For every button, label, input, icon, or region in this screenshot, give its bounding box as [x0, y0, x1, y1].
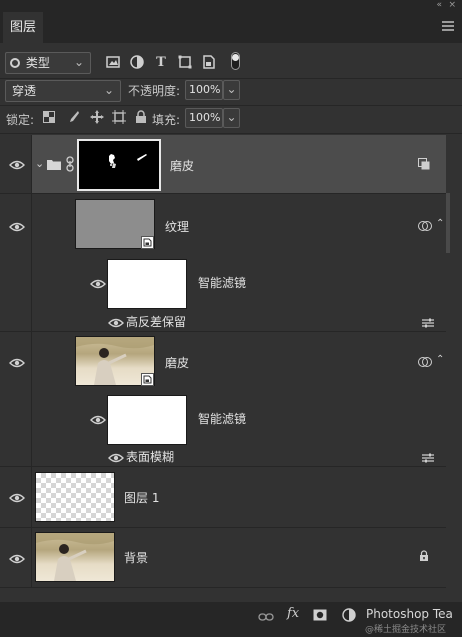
divider — [0, 78, 462, 79]
smart-filter-mask-thumbnail[interactable] — [107, 395, 187, 445]
smart-object-filter-icon[interactable] — [200, 53, 218, 71]
smart-filter-label[interactable]: 智能滤镜 — [198, 274, 246, 291]
group-expand-chevron-icon[interactable]: ⌄ — [35, 157, 44, 170]
chevron-down-icon: ⌄ — [226, 82, 237, 96]
smart-filter-mask-thumbnail[interactable] — [107, 259, 187, 309]
opacity-label: 不透明度: — [128, 84, 181, 98]
lock-icon[interactable] — [419, 550, 429, 565]
adjustment-filter-icon[interactable] — [128, 53, 146, 71]
layer-thumbnail[interactable] — [35, 472, 115, 522]
link-icon[interactable] — [66, 156, 74, 175]
layer-name[interactable]: 纹理 — [165, 218, 189, 235]
divider — [0, 133, 462, 134]
fill-label: 填充: — [152, 113, 181, 127]
shape-filter-icon[interactable] — [176, 53, 194, 71]
divider — [0, 587, 446, 588]
add-layer-style-button[interactable]: fx — [287, 606, 299, 621]
lock-all-icon[interactable] — [132, 108, 150, 126]
visibility-eye-icon[interactable] — [9, 553, 25, 567]
filter-blending-options-icon[interactable] — [422, 317, 434, 331]
layer-name[interactable]: 图层 1 — [124, 489, 159, 506]
divider — [0, 193, 446, 194]
filter-toggle-icon[interactable] — [231, 52, 240, 70]
add-mask-icon[interactable] — [313, 609, 327, 624]
filter-blending-options-icon[interactable] — [422, 452, 434, 466]
panel-menu-icon[interactable] — [442, 21, 454, 31]
filter-effect-name[interactable]: 高反差保留 — [126, 313, 186, 330]
layer-thumbnail[interactable] — [35, 532, 115, 582]
fill-dropdown-button[interactable]: ⌄ — [223, 108, 240, 128]
image-filter-icon[interactable] — [104, 53, 122, 71]
visibility-eye-icon[interactable] — [90, 278, 106, 292]
visibility-eye-icon[interactable] — [90, 414, 106, 428]
type-filter-icon[interactable]: T — [152, 53, 170, 71]
layer-kind-filter[interactable]: 类型 ⌄ — [5, 52, 91, 74]
close-panel-icon[interactable]: × — [448, 0, 456, 10]
visibility-eye-icon[interactable] — [9, 357, 25, 371]
layer-kind-value: 类型 — [25, 56, 50, 70]
panel-top-strip — [0, 0, 462, 12]
divider — [0, 331, 446, 332]
watermark-text: Photoshop Tea — [366, 607, 453, 621]
lock-position-icon[interactable] — [88, 108, 106, 126]
smart-object-badge-icon — [141, 373, 154, 386]
blend-mode-value: 穿透 — [12, 84, 37, 98]
new-adjustment-layer-icon[interactable] — [342, 608, 356, 625]
folder-icon — [47, 159, 61, 173]
blend-options-icon[interactable] — [418, 356, 432, 371]
tab-layers[interactable]: 图层 — [3, 12, 43, 43]
blend-mode-select[interactable]: 穿透 ⌄ — [5, 80, 121, 102]
search-icon — [10, 58, 20, 68]
panel-tab-row — [0, 12, 462, 43]
layer-name[interactable]: 磨皮 — [170, 157, 194, 174]
fill-input[interactable]: 100% — [185, 108, 223, 128]
visibility-eye-icon[interactable] — [108, 317, 124, 331]
group-layer-indicator-icon — [418, 158, 430, 173]
visibility-eye-icon[interactable] — [9, 221, 25, 235]
visibility-eye-icon[interactable] — [9, 492, 25, 506]
collapse-panel-icon[interactable]: « — [436, 0, 442, 10]
chevron-down-icon: ⌄ — [73, 55, 84, 69]
smart-filter-label[interactable]: 智能滤镜 — [198, 410, 246, 427]
chevron-down-icon: ⌄ — [103, 83, 114, 97]
layer-mask-thumbnail[interactable] — [77, 139, 161, 191]
divider — [0, 466, 446, 467]
visibility-eye-icon[interactable] — [108, 452, 124, 466]
smart-object-badge-icon — [141, 236, 154, 249]
lock-image-pixels-icon[interactable] — [64, 108, 82, 126]
lock-transparency-icon[interactable] — [40, 108, 58, 126]
opacity-input[interactable]: 100% — [185, 80, 223, 100]
visibility-eye-icon[interactable] — [9, 159, 25, 173]
scrollbar-thumb[interactable] — [446, 193, 450, 253]
divider — [0, 105, 462, 106]
link-layers-icon[interactable] — [258, 611, 274, 625]
lock-artboard-icon[interactable] — [110, 108, 128, 126]
layer-name[interactable]: 背景 — [124, 549, 148, 566]
opacity-dropdown-button[interactable]: ⌄ — [223, 80, 240, 100]
lock-label: 锁定: — [6, 113, 35, 127]
collapse-effects-chevron-icon[interactable]: ⌃ — [436, 354, 444, 365]
filter-effect-name[interactable]: 表面模糊 — [126, 448, 174, 465]
divider — [0, 527, 446, 528]
chevron-down-icon: ⌄ — [226, 110, 237, 124]
blend-options-icon[interactable] — [418, 220, 432, 235]
watermark-subtext: @稀土掘金技术社区 — [365, 625, 447, 635]
layer-name[interactable]: 磨皮 — [165, 354, 189, 371]
collapse-effects-chevron-icon[interactable]: ⌃ — [436, 218, 444, 229]
